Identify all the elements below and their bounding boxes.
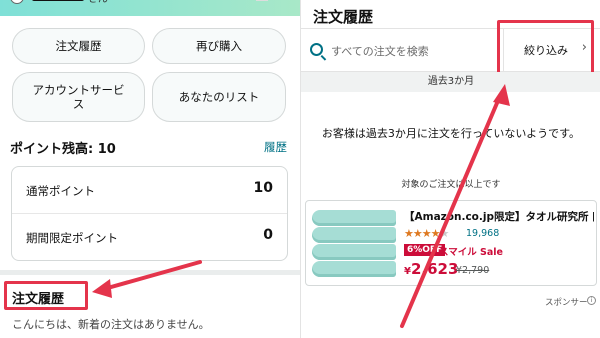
orders-end-note: 対象のご注文は以上です xyxy=(401,180,501,190)
points-balance-title: ポイント残高: 10 xyxy=(10,142,116,157)
order-history-button[interactable]: 注文履歴 xyxy=(12,28,145,64)
account-service-button[interactable]: アカウントサービス xyxy=(12,72,145,122)
points-row-regular[interactable]: 通常ポイント 10 xyxy=(12,167,287,214)
avatar[interactable] xyxy=(10,0,24,4)
page-title: 注文履歴 xyxy=(313,8,374,26)
points-row-value: 0 xyxy=(263,227,273,243)
search-input[interactable] xyxy=(331,41,501,61)
sponsored-product-card[interactable]: 【Amazon.co.jp限定】タオル研究所 [軽… ★★★★★ 19,968 … xyxy=(305,200,597,286)
star-rating: ★★★★★ xyxy=(404,227,449,240)
points-row-value: 10 xyxy=(253,180,273,196)
buy-again-button[interactable]: 再び購入 xyxy=(152,28,286,64)
price-value: 2,623 xyxy=(410,260,459,278)
your-lists-button[interactable]: あなたのリスト xyxy=(152,72,286,122)
language-code[interactable]: JA xyxy=(273,0,284,1)
greeting-suffix: さん xyxy=(88,0,108,5)
redacted-user-name xyxy=(32,0,84,1)
points-row-label: 期間限定ポイント xyxy=(26,231,118,245)
price-symbol: ¥ xyxy=(404,266,411,277)
sponsored-label: スポンサー xyxy=(545,298,588,308)
order-history-panel: 注文履歴 絞り込み › 過去3か月 お客様は過去3か月に注文を行っていないようで… xyxy=(300,0,600,338)
account-panel: さん JA 注文履歴 再び購入 アカウントサービス あなたのリスト ポイント残高… xyxy=(0,0,300,338)
japan-flag-icon[interactable] xyxy=(256,0,268,1)
sale-label: スマイル Sale xyxy=(439,247,503,258)
review-count[interactable]: 19,968 xyxy=(466,228,499,239)
product-title[interactable]: 【Amazon.co.jp限定】タオル研究所 [軽… xyxy=(404,209,594,224)
towel-product-image[interactable] xyxy=(312,208,396,282)
product-price: ¥2,623 xyxy=(404,260,458,278)
period-label: 過去3か月 xyxy=(301,72,600,92)
points-card: 通常ポイント 10 期間限定ポイント 0 xyxy=(11,166,288,261)
no-orders-message: お客様は過去3か月に注文を行っていないようです。 xyxy=(321,127,581,140)
points-row-limited[interactable]: 期間限定ポイント 0 xyxy=(12,214,287,261)
account-header: さん JA xyxy=(0,0,300,16)
info-icon[interactable]: i xyxy=(587,296,596,305)
points-row-label: 通常ポイント xyxy=(26,184,95,198)
points-history-link[interactable]: 履歴 xyxy=(264,139,287,155)
order-history-message: こんにちは、新着の注文はありません。 xyxy=(12,318,210,331)
section-divider xyxy=(0,270,300,275)
highlight-box-order-history xyxy=(4,281,88,310)
list-price: ¥2,790 xyxy=(456,265,490,276)
search-icon[interactable] xyxy=(310,43,323,56)
